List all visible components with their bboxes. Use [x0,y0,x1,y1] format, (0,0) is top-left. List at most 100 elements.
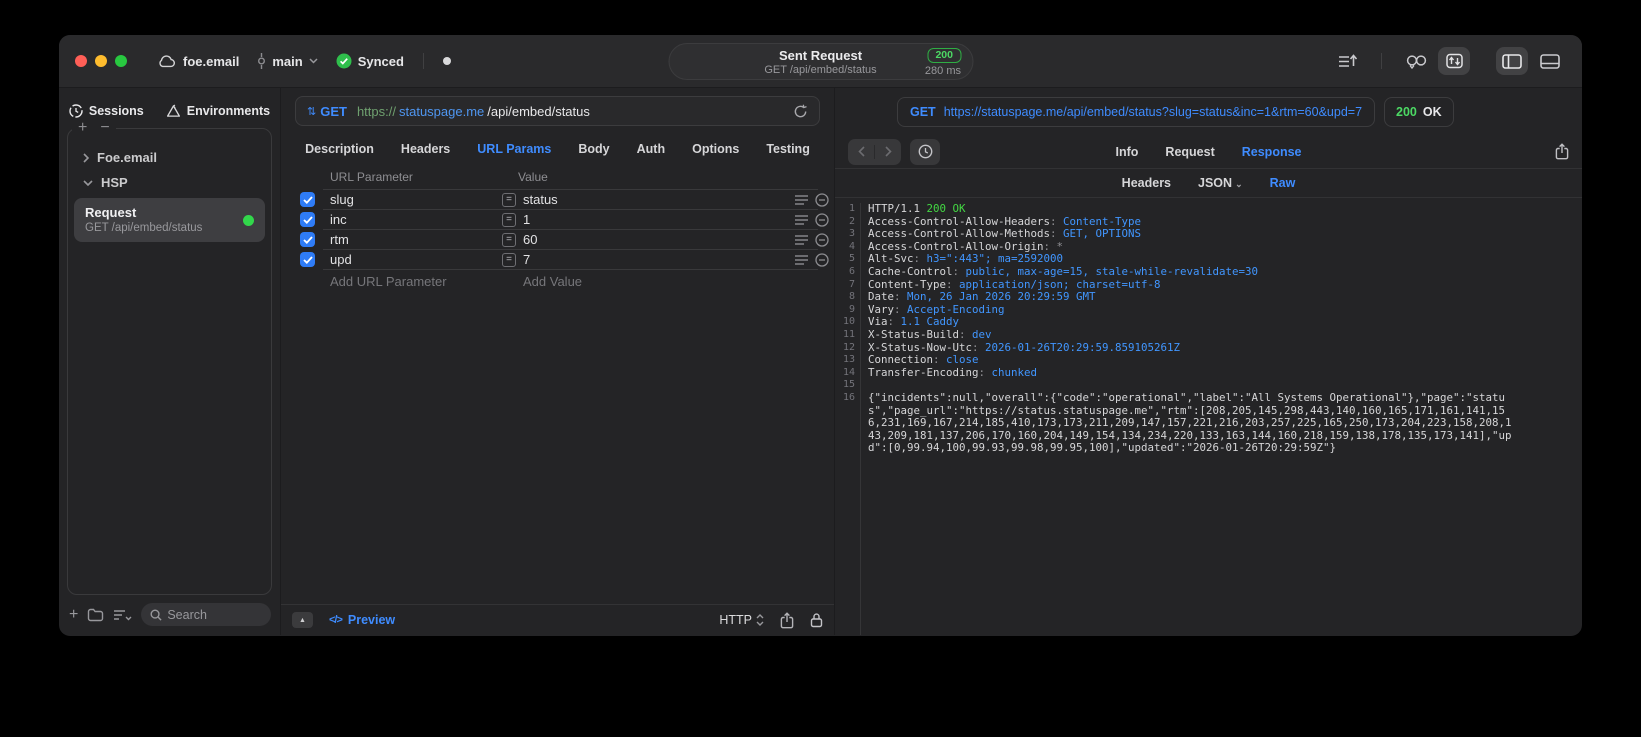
subtab-headers[interactable]: Headers [1122,176,1171,190]
line-number: 4 [848,240,855,252]
param-row[interactable]: slug = status [281,190,834,210]
response-status-badge: 200 OK [1384,96,1454,127]
tab-options[interactable]: Options [692,142,739,156]
preview-button[interactable]: </> Preview [329,613,395,627]
param-value[interactable]: 60 [523,232,537,247]
response-method: GET [910,104,936,119]
param-checkbox[interactable] [300,232,315,247]
line-number-gutter: 1 2 3 4 5 6 7 8 9 10 11 12 13 14 15 16 [835,203,861,635]
remove-session-button[interactable]: − [100,120,109,136]
editor-footer: ▲ </> Preview HTTP [281,604,834,635]
request-status-dot [243,215,254,226]
cloud-icon [157,54,176,68]
line-number: 14 [842,366,855,378]
reorder-icon[interactable] [795,254,808,267]
response-code: HTTP/1.1 200 OK Access-Control-Allow-Head… [861,202,1582,635]
sync-loop-icon[interactable] [1400,47,1432,75]
param-value[interactable]: 1 [523,212,530,227]
remove-param-icon[interactable] [815,233,829,247]
tab-request[interactable]: Request [1165,145,1214,159]
param-checkbox[interactable] [300,252,315,267]
add-value-placeholder[interactable]: Add Value [523,274,582,289]
toggle-bottom-panel-icon[interactable] [1534,47,1566,75]
tab-description[interactable]: Description [305,142,374,156]
tab-url-params[interactable]: URL Params [477,142,551,156]
add-param-placeholder[interactable]: Add URL Parameter [330,274,447,289]
chevron-down-icon: ⌄ [1235,179,1243,189]
tab-info[interactable]: Info [1116,145,1139,159]
search-icon [150,609,162,621]
project-name[interactable]: foe.email [183,54,239,69]
add-param-row[interactable]: Add URL Parameter Add Value [281,270,834,294]
tab-body[interactable]: Body [578,142,609,156]
param-checkbox[interactable] [300,212,315,227]
param-row[interactable]: inc = 1 [281,210,834,230]
reorder-icon[interactable] [795,234,808,247]
request-status-capsule[interactable]: Sent Request GET /api/embed/status 200 2… [668,43,973,80]
param-row[interactable]: upd = 7 [281,250,834,270]
add-session-button[interactable]: + [78,120,87,136]
tree-group-hsp[interactable]: HSP [68,170,271,195]
line-number: 8 [848,291,855,303]
request-list-item[interactable]: Request GET /api/embed/status [74,198,265,242]
tab-sessions[interactable]: Sessions [69,104,144,118]
tab-environments[interactable]: Environments [166,104,270,118]
tree-group-foe-email[interactable]: Foe.email [68,145,271,170]
remove-param-icon[interactable] [815,193,829,207]
requests-list-icon[interactable] [1331,47,1363,75]
remove-param-icon[interactable] [815,213,829,227]
response-url-bar[interactable]: GET https://statuspage.me/api/embed/stat… [897,96,1376,127]
param-value[interactable]: 7 [523,252,530,267]
remove-param-icon[interactable] [815,253,829,267]
param-name[interactable]: slug [330,192,354,207]
line-number: 3 [848,228,855,240]
request-editor-tabs: Description Headers URL Params Body Auth Opti… [281,134,834,164]
line-number: 7 [848,278,855,290]
http-scheme-selector[interactable]: HTTP [719,613,764,627]
subtab-json[interactable]: JSON ⌄ [1198,176,1243,190]
params-table-body: slug = status inc = 1 rtm = 60 upd = 7 [281,190,834,270]
line-number: 16 [842,391,855,403]
tab-auth[interactable]: Auth [637,142,665,156]
tree-group-label: HSP [101,175,128,190]
column-header-name: URL Parameter [330,170,413,184]
tab-testing[interactable]: Testing [766,142,810,156]
param-name[interactable]: inc [330,212,347,227]
equals-icon: = [502,253,516,267]
reorder-icon[interactable] [795,214,808,227]
equals-icon: = [502,213,516,227]
sort-options-icon[interactable] [113,609,132,621]
param-name[interactable]: upd [330,252,352,267]
close-button[interactable] [75,55,87,67]
request-url-bar[interactable]: ⇅ GET https://statuspage.me/api/embed/st… [295,96,820,126]
minimize-button[interactable] [95,55,107,67]
lock-icon[interactable] [810,612,823,628]
param-row[interactable]: rtm = 60 [281,230,834,250]
reorder-icon[interactable] [795,194,808,207]
search-field[interactable] [141,603,271,626]
refresh-icon[interactable] [793,104,808,119]
param-checkbox[interactable] [300,192,315,207]
sessions-container: Foe.email HSP Request GET /api/embed/sta… [67,128,272,595]
url-host: statuspage.me [398,103,485,119]
sync-status[interactable]: Synced [336,53,404,69]
add-request-button[interactable]: + [69,606,78,622]
toggle-left-panel-icon[interactable] [1496,47,1528,75]
share-icon[interactable] [780,611,794,629]
response-nav-row: Info Request Response [835,135,1582,169]
console-toggle-icon[interactable]: ▲ [292,612,313,628]
line-number: 5 [848,253,855,265]
tab-headers[interactable]: Headers [401,142,450,156]
new-group-icon[interactable] [87,608,104,622]
zoom-button[interactable] [115,55,127,67]
chevron-right-icon [83,152,89,163]
search-input[interactable] [167,607,262,622]
method-picker-icon[interactable]: ⇅ [307,105,316,118]
param-value[interactable]: status [523,192,558,207]
param-name[interactable]: rtm [330,232,349,247]
request-method[interactable]: GET [320,104,347,119]
branch-selector[interactable]: main [257,52,318,70]
subtab-raw[interactable]: Raw [1270,176,1296,190]
transfer-icon[interactable] [1438,47,1470,75]
tab-response[interactable]: Response [1242,145,1302,159]
